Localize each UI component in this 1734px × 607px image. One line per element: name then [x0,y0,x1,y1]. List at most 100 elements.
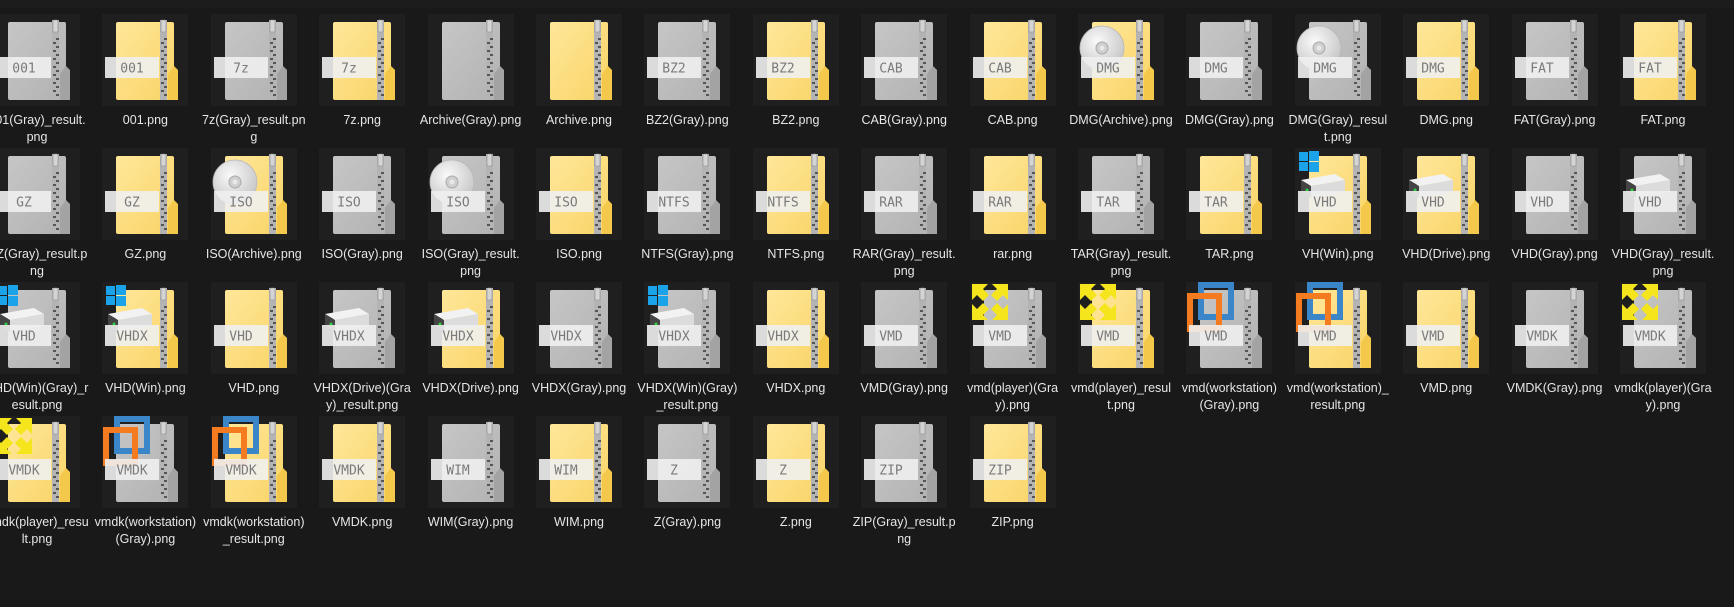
file-thumbnail[interactable]: BZ2 [752,14,839,106]
file-name-label[interactable]: VHDX(Drive).png [419,380,523,397]
file-item[interactable]: NTFS NTFS.png [742,148,850,280]
file-name-label[interactable]: ISO(Gray).png [310,246,414,263]
file-item[interactable]: RAR RAR(Gray)_result.png [850,148,958,280]
file-thumbnail[interactable]: DMG [1186,14,1273,106]
file-name-label[interactable]: ZIP.png [961,514,1065,531]
file-thumbnail[interactable]: VHDX [319,282,406,374]
file-thumbnail[interactable]: VMDK [102,416,189,508]
file-item[interactable]: DMG DMG(Archive).png [1067,14,1175,146]
file-item[interactable]: VHDX VHDX(Drive).png [417,282,525,414]
file-item[interactable]: BZ2 BZ2(Gray).png [633,14,741,146]
file-thumbnail[interactable]: FAT [1511,14,1598,106]
file-name-label[interactable]: Archive(Gray).png [419,112,523,129]
file-item[interactable]: 001 001.png [91,14,199,146]
file-item[interactable]: VHD VHD(Drive).png [1392,148,1500,280]
file-thumbnail[interactable]: FAT [1620,14,1706,106]
file-thumbnail[interactable]: VHD [1511,148,1598,240]
file-item[interactable]: DMG DMG.png [1392,14,1500,146]
file-thumbnail[interactable]: ISO [536,148,622,240]
file-thumbnail[interactable]: ZIP [969,416,1056,508]
file-name-label[interactable]: DMG.png [1394,112,1498,129]
file-thumbnail[interactable]: 001 [0,14,80,106]
file-thumbnail[interactable]: ISO [427,148,514,240]
file-name-label[interactable]: Z(Gray).png [635,514,739,531]
file-item[interactable]: VMDK vmdk(player)_result.png [0,416,91,548]
file-name-label[interactable]: BZ2.png [744,112,848,129]
file-item[interactable]: ISO ISO(Archive).png [200,148,308,280]
file-item[interactable]: CAB CAB(Gray).png [850,14,958,146]
file-thumbnail[interactable]: VHDX [644,282,731,374]
file-thumbnail[interactable]: NTFS [644,148,731,240]
file-thumbnail[interactable] [536,14,622,106]
file-thumbnail[interactable]: WIM [536,416,622,508]
file-item[interactable]: ISO ISO(Gray)_result.png [417,148,525,280]
file-thumbnail[interactable]: VMDK [1620,282,1706,374]
file-name-label[interactable]: GZ(Gray)_result.png [0,246,89,280]
file-thumbnail[interactable]: TAR [1078,148,1164,240]
file-name-label[interactable]: VMDK.png [310,514,414,531]
file-name-label[interactable]: VMD.png [1394,380,1498,397]
file-item[interactable]: Archive(Gray).png [417,14,525,146]
file-name-label[interactable]: vmdk(player)(Gray).png [1611,380,1715,414]
file-thumbnail[interactable]: VHDX [427,282,514,374]
file-thumbnail[interactable]: WIM [427,416,514,508]
file-thumbnail[interactable]: VHDX [102,282,189,374]
file-name-label[interactable]: vmd(workstation)(Gray).png [1177,380,1281,414]
file-name-label[interactable]: 7z.png [310,112,414,129]
file-name-label[interactable]: Z.png [744,514,848,531]
file-name-label[interactable]: ISO(Archive).png [202,246,306,263]
file-item[interactable]: RAR rar.png [959,148,1067,280]
file-item[interactable]: Archive.png [525,14,633,146]
file-thumbnail[interactable]: VMD [861,282,948,374]
file-item[interactable]: WIM WIM(Gray).png [417,416,525,548]
file-item[interactable]: Z Z(Gray).png [633,416,741,548]
file-name-label[interactable]: vmd(player)_result.png [1069,380,1173,414]
file-name-label[interactable]: VMD(Gray).png [852,380,956,397]
file-item[interactable]: Z Z.png [742,416,850,548]
file-name-label[interactable]: VHD(Gray)_result.png [1611,246,1715,280]
file-name-label[interactable]: VHD(Win)(Gray)_result.png [0,380,89,414]
file-thumbnail[interactable]: RAR [861,148,948,240]
file-name-label[interactable]: 001(Gray)_result.png [0,112,89,146]
file-name-label[interactable]: vmd(player)(Gray).png [961,380,1065,414]
file-item[interactable]: DMG DMG(Gray)_result.png [1284,14,1392,146]
file-item[interactable]: TAR TAR(Gray)_result.png [1067,148,1175,280]
file-name-label[interactable]: WIM.png [527,514,631,531]
file-item[interactable]: 7z 7z.png [308,14,416,146]
file-thumbnail[interactable]: CAB [969,14,1056,106]
file-thumbnail[interactable]: VMD [1078,282,1164,374]
file-name-label[interactable]: TAR.png [1177,246,1281,263]
file-item[interactable]: VHDX VHDX.png [742,282,850,414]
file-thumbnail[interactable]: DMG [1294,14,1381,106]
file-name-label[interactable]: CAB.png [961,112,1065,129]
file-thumbnail[interactable]: VHD [1403,148,1490,240]
file-name-label[interactable]: DMG(Archive).png [1069,112,1173,129]
file-name-label[interactable]: NTFS(Gray).png [635,246,739,263]
file-name-label[interactable]: VHD(Gray).png [1503,246,1607,263]
file-item[interactable]: VHDX VHDX(Drive)(Gray)_result.png [308,282,416,414]
file-item[interactable]: VHDX VHD(Win).png [91,282,199,414]
file-thumbnail[interactable]: VMDK [210,416,297,508]
file-thumbnail[interactable]: Z [644,416,731,508]
file-thumbnail[interactable]: ISO [319,148,406,240]
file-thumbnail[interactable]: VHD [210,282,297,374]
file-thumbnail[interactable]: VMD [1186,282,1273,374]
file-thumbnail[interactable]: Z [752,416,839,508]
file-name-label[interactable]: VHD(Win).png [93,380,197,397]
file-name-label[interactable]: CAB(Gray).png [852,112,956,129]
file-item[interactable]: FAT FAT.png [1609,14,1717,146]
file-name-label[interactable]: NTFS.png [744,246,848,263]
file-item[interactable]: ISO ISO(Gray).png [308,148,416,280]
file-thumbnail[interactable]: DMG [1078,14,1164,106]
file-thumbnail[interactable]: VMDK [319,416,406,508]
file-name-label[interactable]: FAT.png [1611,112,1715,129]
file-thumbnail[interactable]: GZ [102,148,189,240]
file-name-label[interactable]: TAR(Gray)_result.png [1069,246,1173,280]
file-item[interactable]: ZIP ZIP.png [959,416,1067,548]
file-item[interactable]: VHDX VHDX(Gray).png [525,282,633,414]
file-name-label[interactable]: DMG(Gray)_result.png [1286,112,1390,146]
file-item[interactable]: VHD VHD(Win)(Gray)_result.png [0,282,91,414]
file-name-label[interactable]: FAT(Gray).png [1503,112,1607,129]
file-thumbnail[interactable]: TAR [1186,148,1273,240]
file-thumbnail[interactable]: 7z [210,14,297,106]
